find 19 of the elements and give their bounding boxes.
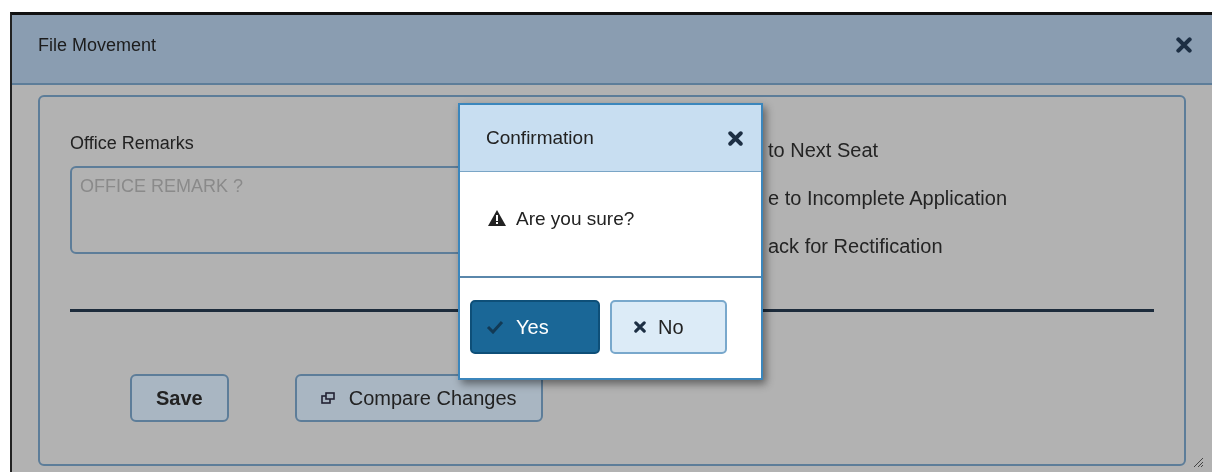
no-button[interactable]: No [610, 300, 727, 354]
dialog-title: Confirmation [486, 127, 594, 149]
close-button[interactable] [1176, 37, 1192, 53]
window-title: File Movement [38, 34, 157, 56]
warning-icon [488, 210, 506, 226]
close-button[interactable] [728, 130, 743, 146]
option-label: to Next Seat [768, 139, 880, 161]
check-icon [486, 320, 504, 334]
close-icon [634, 321, 646, 333]
resize-grip-icon [1192, 456, 1204, 468]
close-icon [728, 130, 743, 146]
save-button[interactable]: Save [130, 374, 229, 422]
close-icon [1176, 37, 1192, 53]
yes-button[interactable]: Yes [470, 300, 600, 354]
windows-icon [320, 392, 335, 404]
compare-button[interactable]: Compare Changes [294, 374, 543, 422]
option-label: ack for Rectification [768, 235, 944, 257]
option-label: e to Incomplete Application [768, 187, 1008, 209]
remarks-label: Office Remarks [70, 133, 194, 154]
